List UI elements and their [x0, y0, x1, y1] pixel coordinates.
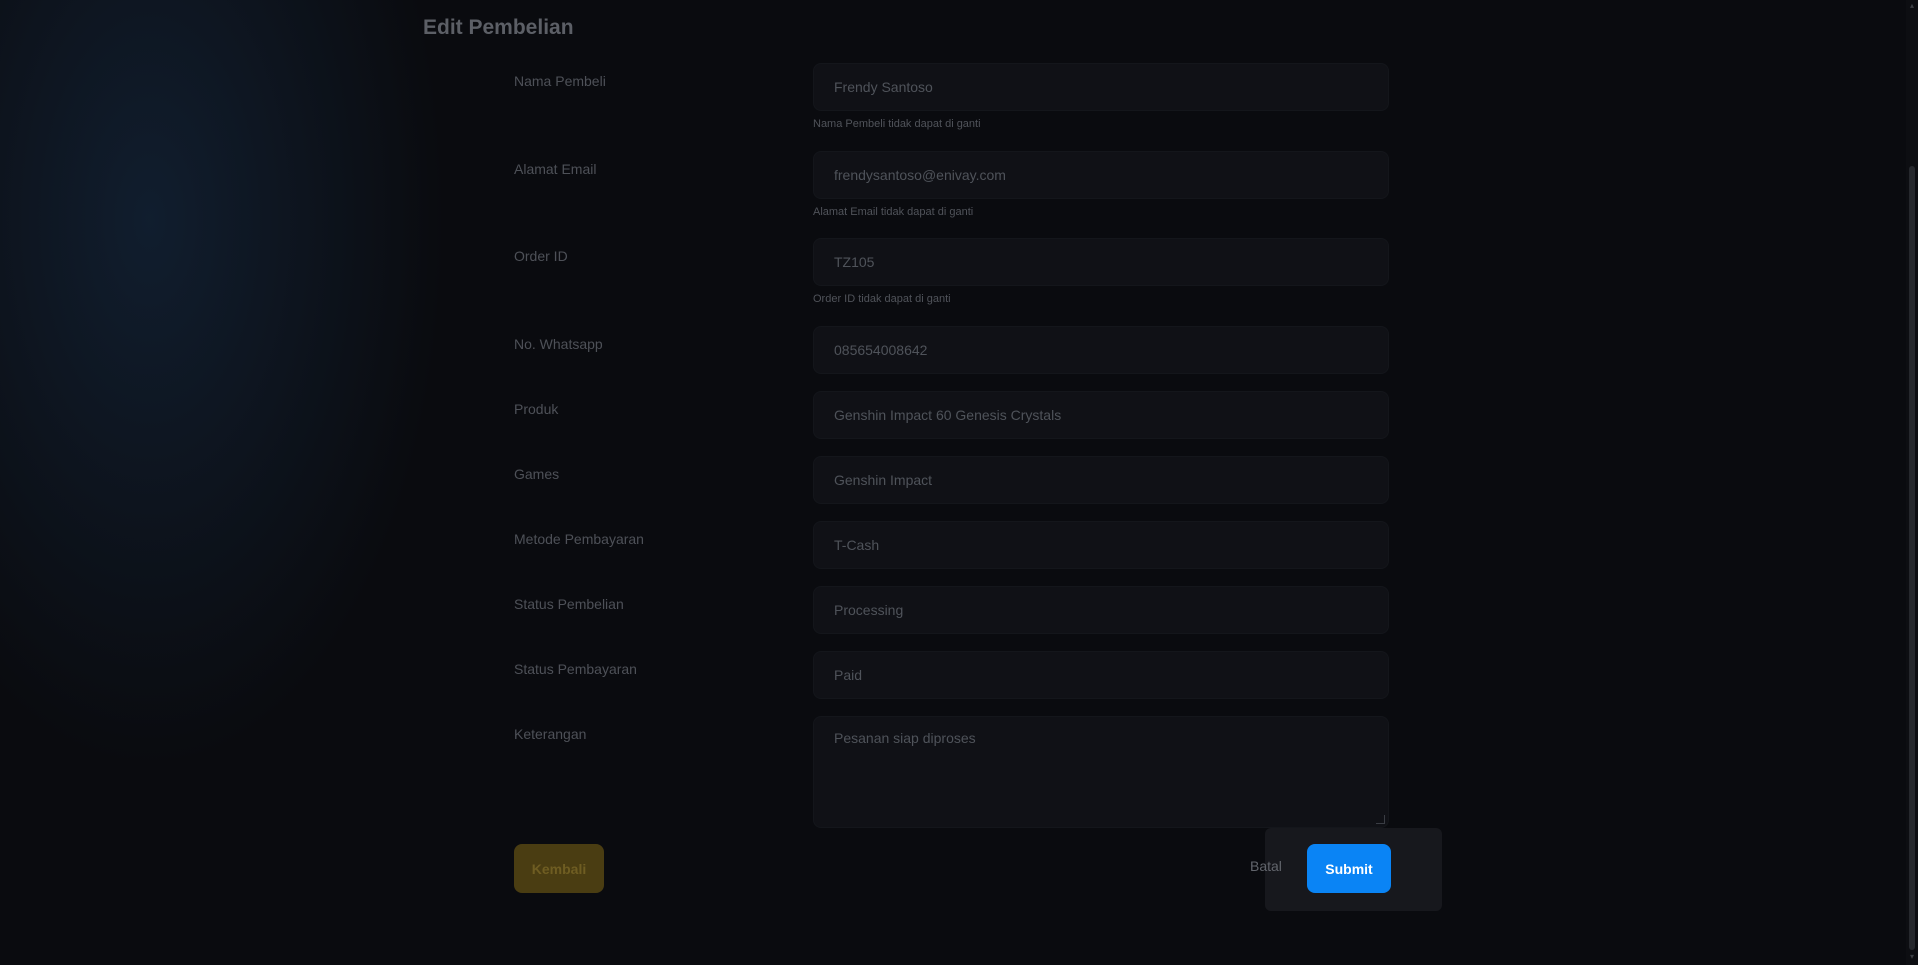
- purchase-status-label: Status Pembelian: [514, 596, 624, 612]
- whatsapp-input[interactable]: [813, 326, 1389, 374]
- payment-status-input[interactable]: [813, 651, 1389, 699]
- resize-grip-icon[interactable]: [1376, 815, 1385, 824]
- chevron-down-icon[interactable]: ▾: [1908, 953, 1916, 961]
- email-label: Alamat Email: [514, 161, 597, 177]
- chevron-up-icon[interactable]: ▴: [1908, 2, 1916, 10]
- scrollbar-thumb[interactable]: [1909, 166, 1915, 950]
- notes-textarea[interactable]: Pesanan siap diproses: [813, 716, 1389, 828]
- notes-text: Pesanan siap diproses: [834, 730, 976, 746]
- submit-button[interactable]: Submit: [1307, 844, 1391, 893]
- product-input[interactable]: [813, 391, 1389, 439]
- purchase-status-input[interactable]: [813, 586, 1389, 634]
- page-scrollbar[interactable]: ▴ ▾: [1906, 0, 1918, 965]
- product-label: Produk: [514, 401, 559, 417]
- buyer-name-hint: Nama Pembeli tidak dapat di ganti: [813, 118, 981, 130]
- payment-status-label: Status Pembayaran: [514, 661, 637, 677]
- payment-method-input[interactable]: [813, 521, 1389, 569]
- games-label: Games: [514, 466, 560, 482]
- buyer-name-label: Nama Pembeli: [514, 73, 606, 89]
- notes-label: Keterangan: [514, 726, 587, 742]
- buyer-name-input[interactable]: [813, 63, 1389, 111]
- payment-method-label: Metode Pembayaran: [514, 531, 644, 547]
- cancel-button[interactable]: Batal: [1250, 858, 1282, 874]
- back-button[interactable]: Kembali: [514, 844, 604, 893]
- page-title: Edit Pembelian: [423, 16, 574, 39]
- games-input[interactable]: [813, 456, 1389, 504]
- order-id-hint: Order ID tidak dapat di ganti: [813, 293, 951, 305]
- email-hint: Alamat Email tidak dapat di ganti: [813, 206, 974, 218]
- whatsapp-label: No. Whatsapp: [514, 336, 603, 352]
- email-input[interactable]: [813, 151, 1389, 199]
- order-id-label: Order ID: [514, 248, 568, 264]
- order-id-input[interactable]: [813, 238, 1389, 286]
